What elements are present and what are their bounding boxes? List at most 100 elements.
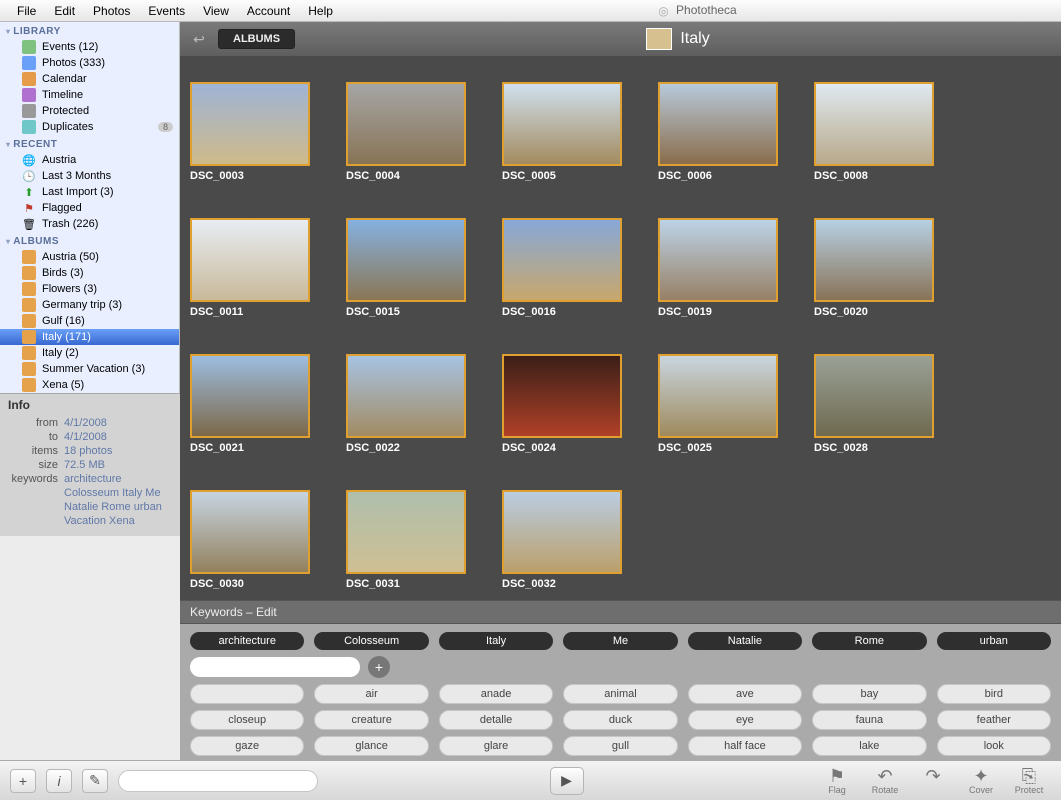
thumbnail[interactable]: DSC_0020 xyxy=(814,218,934,318)
keyword-active[interactable]: Italy xyxy=(439,632,553,650)
keyword-pool-item[interactable] xyxy=(190,684,304,704)
thumb-image[interactable] xyxy=(502,490,622,574)
back-button[interactable]: ↩ xyxy=(188,29,210,49)
tool-protect[interactable]: ⎘Protect xyxy=(1007,766,1051,795)
add-button[interactable]: + xyxy=(10,769,36,793)
thumbnail[interactable]: DSC_0022 xyxy=(346,354,466,454)
keyword-pool-item[interactable]: ave xyxy=(688,684,802,704)
keyword-pool-item[interactable]: feather xyxy=(937,710,1051,730)
keyword-pool-item[interactable]: gaze xyxy=(190,736,304,756)
sidebar-section-library[interactable]: LIBRARY xyxy=(0,22,179,39)
sidebar-item-events-12-[interactable]: Events (12) xyxy=(0,39,179,55)
thumb-image[interactable] xyxy=(190,218,310,302)
sidebar-item-last-3-months[interactable]: 🕒Last 3 Months xyxy=(0,168,179,184)
thumbnail[interactable]: DSC_0016 xyxy=(502,218,622,318)
menu-photos[interactable]: Photos xyxy=(84,4,139,18)
thumb-image[interactable] xyxy=(814,82,934,166)
thumb-image[interactable] xyxy=(814,218,934,302)
tool-cover[interactable]: ✦Cover xyxy=(959,766,1003,795)
thumb-image[interactable] xyxy=(190,354,310,438)
sidebar-section-recent[interactable]: RECENT xyxy=(0,135,179,152)
keyword-pool-item[interactable]: lake xyxy=(812,736,926,756)
thumbnail[interactable]: DSC_0008 xyxy=(814,82,934,182)
keyword-pool-item[interactable]: bay xyxy=(812,684,926,704)
keyword-pool-item[interactable]: closeup xyxy=(190,710,304,730)
keyword-pool-item[interactable]: air xyxy=(314,684,428,704)
keyword-active[interactable]: architecture xyxy=(190,632,304,650)
sidebar-item-austria-50-[interactable]: Austria (50) xyxy=(0,249,179,265)
thumbnail-grid-scroll[interactable]: DSC_0003 DSC_0004 DSC_0005 DSC_0006 DSC_0008… xyxy=(180,56,1061,600)
keyword-active[interactable]: Natalie xyxy=(688,632,802,650)
thumb-image[interactable] xyxy=(346,354,466,438)
sidebar-item-flowers-3-[interactable]: Flowers (3) xyxy=(0,281,179,297)
thumbnail[interactable]: DSC_0004 xyxy=(346,82,466,182)
sidebar-item-austria[interactable]: 🌐Austria xyxy=(0,152,179,168)
thumb-image[interactable] xyxy=(190,490,310,574)
sidebar-item-trash-226-[interactable]: 🗑Trash (226) xyxy=(0,216,179,232)
thumbnail[interactable]: DSC_0006 xyxy=(658,82,778,182)
keyword-pool-item[interactable]: fauna xyxy=(812,710,926,730)
thumbnail[interactable]: DSC_0032 xyxy=(502,490,622,590)
keyword-pool-item[interactable]: animal xyxy=(563,684,677,704)
sidebar-item-timeline[interactable]: Timeline xyxy=(0,87,179,103)
thumb-image[interactable] xyxy=(658,82,778,166)
thumbnail[interactable]: DSC_0003 xyxy=(190,82,310,182)
thumbnail[interactable]: DSC_0025 xyxy=(658,354,778,454)
keyword-pool-item[interactable]: detalle xyxy=(439,710,553,730)
sidebar-item-italy-171-[interactable]: Italy (171) xyxy=(0,329,179,345)
keyword-pool-item[interactable]: half face xyxy=(688,736,802,756)
thumb-image[interactable] xyxy=(346,490,466,574)
menu-edit[interactable]: Edit xyxy=(45,4,84,18)
thumb-image[interactable] xyxy=(190,82,310,166)
keyword-active[interactable]: urban xyxy=(937,632,1051,650)
edit-button[interactable]: ✎ xyxy=(82,769,108,793)
thumb-image[interactable] xyxy=(346,218,466,302)
sidebar-item-photos-333-[interactable]: Photos (333) xyxy=(0,55,179,71)
thumbnail[interactable]: DSC_0030 xyxy=(190,490,310,590)
keyword-pool-item[interactable]: creature xyxy=(314,710,428,730)
thumbnail[interactable]: DSC_0011 xyxy=(190,218,310,318)
breadcrumb-pill[interactable]: ALBUMS xyxy=(218,29,295,49)
thumbnail[interactable]: DSC_0021 xyxy=(190,354,310,454)
menu-account[interactable]: Account xyxy=(238,4,299,18)
thumb-image[interactable] xyxy=(502,82,622,166)
sidebar-item-italy-2-[interactable]: Italy (2) xyxy=(0,345,179,361)
keyword-pool-item[interactable]: glance xyxy=(314,736,428,756)
thumbnail[interactable]: DSC_0019 xyxy=(658,218,778,318)
menu-events[interactable]: Events xyxy=(139,4,194,18)
info-button[interactable]: i xyxy=(46,769,72,793)
keyword-pool-item[interactable]: look xyxy=(937,736,1051,756)
sidebar-item-birds-3-[interactable]: Birds (3) xyxy=(0,265,179,281)
keyword-pool-item[interactable]: glare xyxy=(439,736,553,756)
sidebar-item-protected[interactable]: Protected xyxy=(0,103,179,119)
thumbnail[interactable]: DSC_0005 xyxy=(502,82,622,182)
sidebar-item-germany-trip-3-[interactable]: Germany trip (3) xyxy=(0,297,179,313)
menu-file[interactable]: File xyxy=(8,4,45,18)
thumbnail[interactable]: DSC_0028 xyxy=(814,354,934,454)
add-keyword-button[interactable]: + xyxy=(368,656,390,678)
keyword-pool-item[interactable]: gull xyxy=(563,736,677,756)
menu-help[interactable]: Help xyxy=(299,4,342,18)
thumb-image[interactable] xyxy=(346,82,466,166)
thumbnail[interactable]: DSC_0015 xyxy=(346,218,466,318)
sidebar-section-albums[interactable]: ALBUMS xyxy=(0,232,179,249)
tool-rotate[interactable]: ↶Rotate xyxy=(863,766,907,795)
search-input[interactable] xyxy=(118,770,318,792)
keyword-pool-item[interactable]: anade xyxy=(439,684,553,704)
sidebar-item-calendar[interactable]: Calendar xyxy=(0,71,179,87)
thumb-image[interactable] xyxy=(502,354,622,438)
thumb-image[interactable] xyxy=(658,218,778,302)
keyword-active[interactable]: Rome xyxy=(812,632,926,650)
tool-rotate-right[interactable]: ↷ xyxy=(911,766,955,795)
sidebar-item-summer-vacation-3-[interactable]: Summer Vacation (3) xyxy=(0,361,179,377)
keyword-input[interactable] xyxy=(190,657,360,677)
keyword-pool-item[interactable]: duck xyxy=(563,710,677,730)
sidebar-item-xena-5-[interactable]: Xena (5) xyxy=(0,377,179,393)
keyword-pool-item[interactable]: eye xyxy=(688,710,802,730)
sidebar-item-last-import-3-[interactable]: ⬆Last Import (3) xyxy=(0,184,179,200)
menu-view[interactable]: View xyxy=(194,4,238,18)
thumbnail[interactable]: DSC_0031 xyxy=(346,490,466,590)
keyword-pool-item[interactable]: bird xyxy=(937,684,1051,704)
thumb-image[interactable] xyxy=(502,218,622,302)
sidebar-item-gulf-16-[interactable]: Gulf (16) xyxy=(0,313,179,329)
